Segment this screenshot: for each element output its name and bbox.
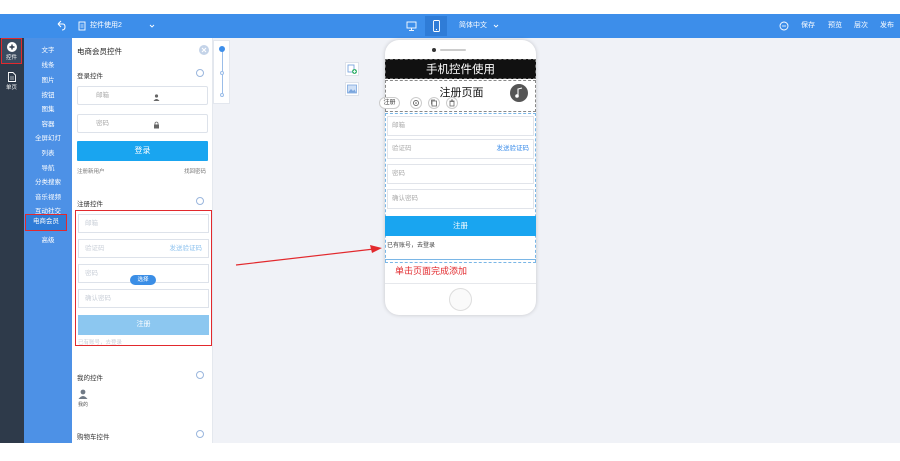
trash-icon[interactable] <box>446 97 458 109</box>
phone-confirm-field[interactable]: 确认密码 <box>387 189 534 209</box>
plus-circle-icon <box>6 42 17 52</box>
panel-title: 电商会员控件 <box>77 47 122 56</box>
register-email-field[interactable]: 邮箱 <box>78 214 209 233</box>
publish-button[interactable]: 发布 <box>880 14 894 38</box>
nav-item-ecommerce-highlight[interactable]: 电商会员 <box>25 214 67 231</box>
desktop-view-icon[interactable] <box>406 14 417 38</box>
zoom-slider-dot <box>220 93 224 97</box>
user-icon[interactable] <box>779 14 789 38</box>
control-panel: 电商会员控件 登录控件 邮箱 密码 登录 注册新用户 找回密码 注册控件 邮箱 … <box>72 38 213 443</box>
nav-item-slideshow[interactable]: 全屏幻灯 <box>24 132 72 142</box>
mobile-view-tab[interactable] <box>425 16 447 36</box>
nav-item-button[interactable]: 按钮 <box>24 89 72 99</box>
clock-icon[interactable] <box>196 69 204 77</box>
drop-zone-hint: 单击页面完成添加 <box>395 266 468 276</box>
register-code-field[interactable]: 验证码 发送验证码 <box>78 239 209 258</box>
lock-icon <box>154 121 159 129</box>
phone-code-label: 验证码 <box>392 145 412 152</box>
phone-title-block[interactable]: 注册页面 <box>385 80 536 112</box>
left-rail: 控件 单页 <box>0 38 24 443</box>
nav-item-image[interactable]: 图片 <box>24 74 72 84</box>
phone-header-title[interactable]: 手机控件使用 <box>385 59 536 79</box>
phone-speaker <box>440 49 466 51</box>
phone-login-link[interactable]: 已有账号，去登录 <box>387 240 435 249</box>
nav-item-gallery[interactable]: 图集 <box>24 103 72 113</box>
register-new-user-link[interactable]: 注册新用户 <box>77 167 105 175</box>
mine-section-heading: 我的控件 <box>77 375 103 382</box>
nav-item-list[interactable]: 列表 <box>24 147 72 157</box>
send-code-link[interactable]: 发送验证码 <box>170 240 203 257</box>
preview-button[interactable]: 预览 <box>828 14 842 38</box>
clock-icon[interactable] <box>196 197 204 205</box>
zoom-slider-handle[interactable] <box>219 46 225 52</box>
back-icon[interactable] <box>56 14 66 38</box>
login-button[interactable]: 登录 <box>77 141 208 161</box>
rail-item-label: 控件 <box>5 55 17 61</box>
chevron-down-icon[interactable] <box>149 14 155 38</box>
document-title-select[interactable]: 控件使用2 <box>90 14 122 38</box>
top-toolbar: 控件使用2 简体中文 保存 预览 层次 发布 <box>0 14 900 38</box>
phone-send-code-link[interactable]: 发送验证码 <box>497 140 530 158</box>
nav-item-line[interactable]: 线条 <box>24 59 72 69</box>
document-icon <box>78 14 86 38</box>
arrow-annotation <box>235 245 382 266</box>
settings-gear-icon[interactable] <box>410 97 422 109</box>
rail-item-label: 单页 <box>5 85 17 91</box>
person-icon[interactable] <box>78 389 88 399</box>
add-page-icon[interactable] <box>345 62 359 76</box>
login-email-field[interactable]: 邮箱 <box>77 86 208 105</box>
register-code-label: 验证码 <box>85 245 105 252</box>
nav-item-category-search[interactable]: 分类搜索 <box>24 176 72 186</box>
phone-code-field[interactable]: 验证码 发送验证码 <box>387 139 534 159</box>
register-submit-button[interactable]: 注册 <box>78 315 209 335</box>
nav-item-ecommerce: 电商会员 <box>33 218 59 225</box>
phone-frame: 手机控件使用 注册页面 注册 邮箱 验证码 发送验证码 密码 确认密码 注册 已… <box>379 40 536 315</box>
phone-camera <box>432 48 436 52</box>
zoom-slider-dot <box>220 71 224 75</box>
layers-button[interactable]: 层次 <box>854 14 868 38</box>
register-confirm-field[interactable]: 确认密码 <box>78 289 209 308</box>
register-section-heading: 注册控件 <box>77 201 103 208</box>
forgot-password-link[interactable]: 找回密码 <box>184 167 206 175</box>
login-section-heading: 登录控件 <box>77 73 103 80</box>
element-type-label[interactable]: 注册 <box>379 97 400 109</box>
phone-register-button[interactable]: 注册 <box>385 216 536 236</box>
language-select[interactable]: 简体中文 <box>459 14 487 38</box>
page-icon <box>7 72 16 82</box>
nav-item-container[interactable]: 容器 <box>24 118 72 128</box>
register-control-preview[interactable]: 邮箱 验证码 发送验证码 密码 选择 确认密码 注册 已有账号，去登录 <box>75 210 212 346</box>
image-icon[interactable] <box>345 82 359 96</box>
nav-item-media[interactable]: 音乐视频 <box>24 191 72 201</box>
rail-item-page[interactable]: 单页 <box>1 70 22 92</box>
phone-drop-zone[interactable]: 单击页面完成添加 <box>385 259 536 284</box>
phone-email-field[interactable]: 邮箱 <box>387 116 534 136</box>
nav-item-navigation[interactable]: 导航 <box>24 162 72 172</box>
clock-icon[interactable] <box>196 371 204 379</box>
login-password-field[interactable]: 密码 <box>77 114 208 133</box>
register-footer-link[interactable]: 已有账号，去登录 <box>78 339 122 345</box>
category-nav: 文字 线条 图片 按钮 图集 容器 全屏幻灯 列表 导航 分类搜索 音乐视频 互… <box>24 38 72 443</box>
phone-home-button <box>449 288 472 311</box>
copy-icon[interactable] <box>428 97 440 109</box>
music-icon[interactable] <box>510 84 528 102</box>
rail-item-controls[interactable]: 控件 <box>1 38 22 64</box>
user-icon <box>153 94 160 101</box>
phone-password-field[interactable]: 密码 <box>387 164 534 184</box>
clock-icon[interactable] <box>196 430 204 438</box>
nav-item-advanced[interactable]: 高级 <box>24 234 72 244</box>
cart-section-heading: 购物车控件 <box>77 434 110 441</box>
save-button[interactable]: 保存 <box>801 14 815 38</box>
chevron-down-icon[interactable] <box>493 14 499 38</box>
zoom-slider-panel <box>213 40 230 104</box>
nav-item-text[interactable]: 文字 <box>24 44 72 54</box>
mine-item-label: 我的 <box>78 402 89 408</box>
select-badge[interactable]: 选择 <box>130 275 156 285</box>
close-icon[interactable] <box>199 45 209 55</box>
